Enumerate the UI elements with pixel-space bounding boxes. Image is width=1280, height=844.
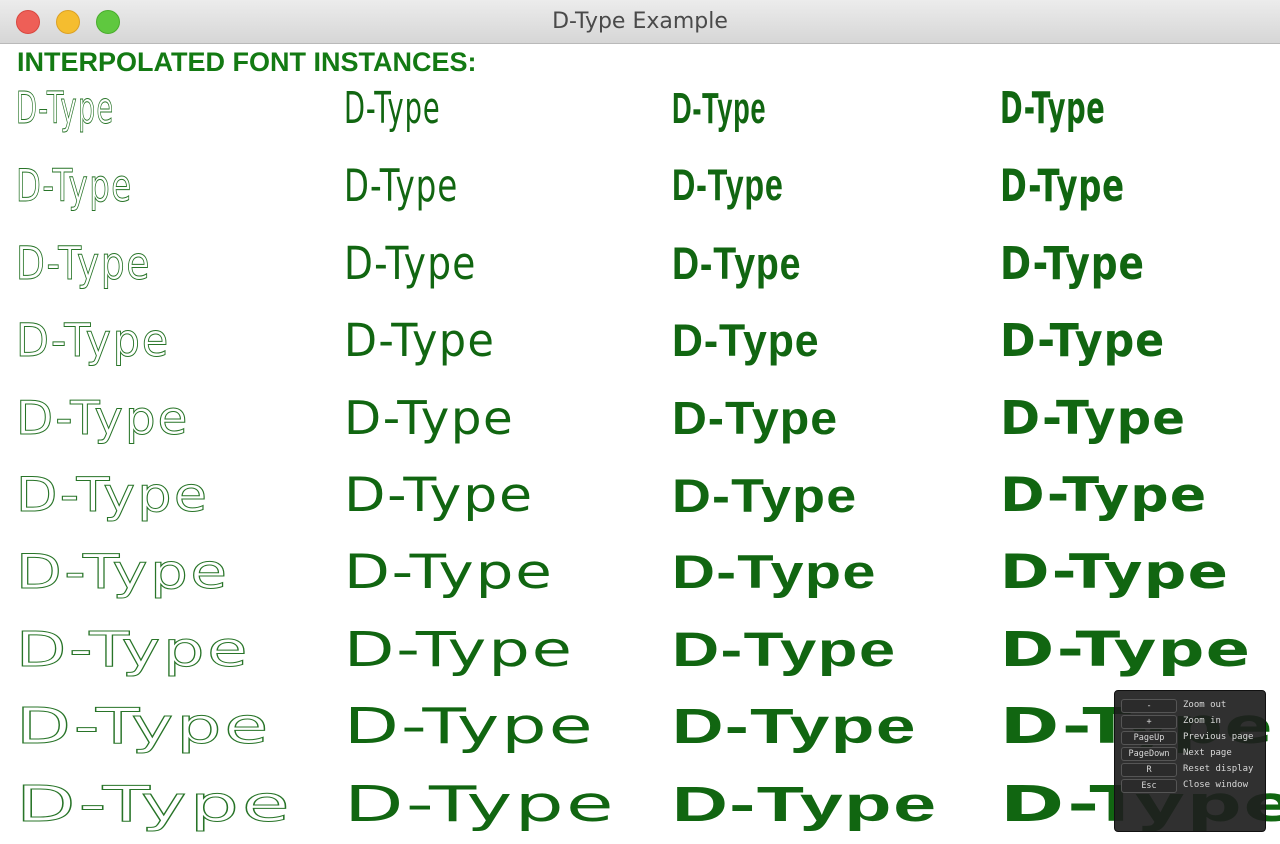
font-instance-sample: D-Type: [15, 698, 272, 755]
help-row: Esc Close window: [1115, 779, 1265, 793]
font-instance-sample: D-Type: [672, 84, 767, 133]
font-instance-sample: D-Type: [16, 83, 115, 134]
font-instance-sample: D-Type: [1000, 160, 1125, 212]
font-instance-sample: D-Type: [672, 315, 820, 366]
font-instance-sample: D-Type: [672, 777, 938, 832]
page-heading: INTERPOLATED FONT INSTANCES:: [17, 47, 477, 77]
font-instance-sample: D-Type: [672, 238, 802, 289]
help-description: Reset display: [1183, 764, 1254, 774]
font-instance-sample: D-Type: [1000, 391, 1187, 445]
help-key: PageUp: [1121, 731, 1177, 745]
font-instance-sample: D-Type: [1000, 237, 1145, 290]
font-instance-sample: D-Type: [1000, 313, 1166, 367]
font-instance-sample: D-Type: [15, 468, 210, 523]
font-instance-sample: D-Type: [344, 237, 477, 290]
font-instance-sample: D-Type: [344, 698, 595, 755]
font-instance-sample: D-Type: [344, 468, 534, 523]
font-instance-sample: D-Type: [16, 160, 133, 212]
help-description: Previous page: [1183, 732, 1254, 742]
font-instance-sample: D-Type: [344, 391, 515, 445]
font-instance-sample: D-Type: [672, 700, 917, 754]
help-row: + Zoom in: [1115, 715, 1265, 729]
font-instance-sample: D-Type: [1000, 83, 1106, 134]
font-instance-sample: D-Type: [672, 546, 877, 599]
font-instance-sample: D-Type: [672, 469, 858, 522]
help-row: - Zoom out: [1115, 699, 1265, 713]
font-instance-sample: D-Type: [344, 83, 441, 134]
font-instance-sample: D-Type: [672, 392, 839, 444]
font-instance-sample: D-Type: [16, 313, 171, 367]
font-instance-sample: D-Type: [1000, 622, 1252, 678]
font-instance-sample: D-Type: [15, 545, 230, 600]
help-description: Close window: [1183, 780, 1249, 790]
help-key: R: [1121, 763, 1177, 777]
font-instance-sample: D-Type: [15, 775, 293, 833]
help-description: Zoom in: [1183, 716, 1221, 726]
keyboard-help-panel: - Zoom out + Zoom in PageUp Previous page Page…: [1114, 690, 1266, 832]
font-instance-sample: D-Type: [672, 161, 784, 210]
font-instance-sample: D-Type: [16, 237, 152, 290]
canvas-area[interactable]: INTERPOLATED FONT INSTANCES: D-Type D-Typ…: [0, 44, 1280, 844]
font-instance-sample: D-Type: [344, 545, 554, 600]
help-description: Next page: [1183, 748, 1232, 758]
help-description: Zoom out: [1183, 700, 1227, 710]
font-instance-sample: D-Type: [672, 623, 897, 677]
help-key: -: [1121, 699, 1177, 713]
font-instance-sample: D-Type: [344, 775, 616, 833]
font-instance-sample: D-Type: [15, 622, 251, 678]
help-row: R Reset display: [1115, 763, 1265, 777]
title-bar[interactable]: D-Type Example: [0, 0, 1280, 44]
font-instance-sample: D-Type: [344, 160, 459, 212]
help-key: +: [1121, 715, 1177, 729]
font-instance-sample: D-Type: [344, 313, 496, 367]
font-instance-sample: D-Type: [1000, 468, 1208, 523]
window-title: D-Type Example: [552, 9, 728, 34]
help-key: PageDown: [1121, 747, 1177, 761]
font-instance-sample: D-Type: [1000, 545, 1230, 600]
help-row: PageDown Next page: [1115, 747, 1265, 761]
font-instance-sample: D-Type: [15, 391, 190, 445]
help-row: PageUp Previous page: [1115, 731, 1265, 745]
font-instance-sample: D-Type: [344, 622, 575, 678]
help-key: Esc: [1121, 779, 1177, 793]
